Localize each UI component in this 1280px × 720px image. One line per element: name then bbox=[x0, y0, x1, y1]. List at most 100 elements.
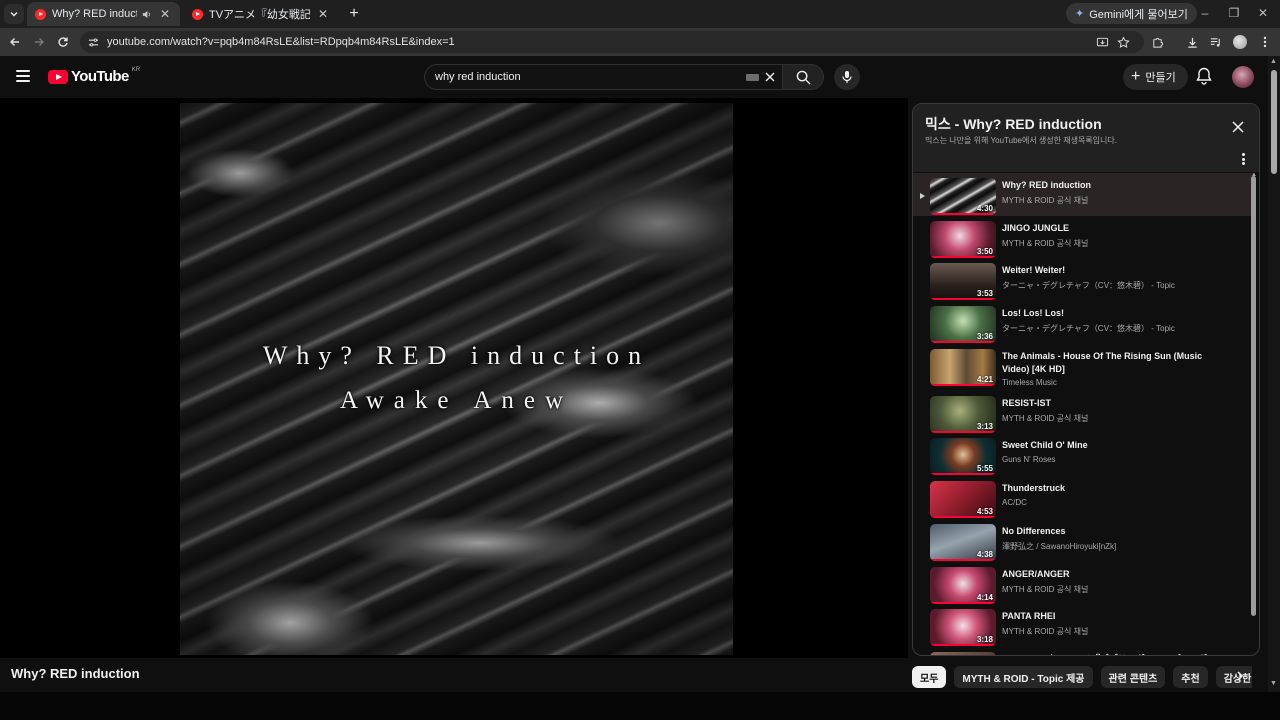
playlist-item[interactable]: 3:53 Weiter! Weiter! ターニャ・デグレチャフ（CV：悠木碧） -… bbox=[913, 258, 1253, 301]
video-thumbnail[interactable]: 3:53 bbox=[930, 263, 996, 301]
playlist-item-title[interactable]: PANTA RHEI bbox=[1002, 610, 1232, 623]
playlist-item-channel[interactable]: Timeless Music bbox=[1002, 378, 1057, 387]
video-thumbnail[interactable]: 4:53 bbox=[930, 481, 996, 519]
voice-search-button[interactable] bbox=[834, 64, 860, 90]
playlist-item-channel[interactable]: ターニャ・デグレチャフ（CV：悠木碧） - Topic bbox=[1002, 323, 1175, 334]
playlist-item-channel[interactable]: MYTH & ROID 공식 채널 bbox=[1002, 626, 1088, 637]
create-button[interactable]: + 만들기 bbox=[1123, 64, 1188, 90]
video-thumbnail[interactable]: 4:14 bbox=[930, 566, 996, 604]
playlist-item-channel[interactable]: MYTH & ROID 공식 채널 bbox=[1002, 584, 1088, 595]
close-icon[interactable]: ✕ bbox=[316, 7, 330, 21]
playlist-item[interactable]: 3:18 PANTA RHEI MYTH & ROID 공식 채널 bbox=[913, 604, 1253, 647]
video-thumbnail[interactable]: 3:13 bbox=[930, 395, 996, 433]
playlist-item-title[interactable]: Weiter! Weiter! bbox=[1002, 264, 1232, 277]
scroll-down-arrow[interactable]: ▼ bbox=[1270, 680, 1277, 687]
video-thumbnail[interactable]: 4:21 bbox=[930, 348, 996, 386]
speaker-icon[interactable] bbox=[141, 9, 152, 20]
playlist-item-channel[interactable]: MYTH & ROID 공식 채널 bbox=[1002, 238, 1088, 249]
playlist-item-title[interactable]: Rightfully（TVアニメ『ブブリング』エンディング - OP Ver.） bbox=[1002, 653, 1232, 655]
filter-chip[interactable]: MYTH & ROID - Topic 제공 bbox=[954, 666, 1093, 688]
video-thumbnail[interactable]: 5:55 bbox=[930, 438, 996, 476]
chips-next-button[interactable] bbox=[1234, 670, 1250, 686]
playlist-scrollbar[interactable] bbox=[1251, 176, 1256, 616]
scroll-up-arrow[interactable]: ▲ bbox=[1270, 58, 1277, 65]
reload-button[interactable] bbox=[54, 33, 72, 51]
downloads-button[interactable] bbox=[1183, 33, 1201, 51]
forward-button[interactable] bbox=[30, 33, 48, 51]
playlist-item-channel[interactable]: MYTH & ROID 공식 채널 bbox=[1002, 195, 1088, 206]
playlist-item[interactable]: 4:21 The Animals - House Of The Rising Su… bbox=[913, 344, 1253, 391]
back-button[interactable] bbox=[6, 33, 24, 51]
notifications-button[interactable] bbox=[1196, 67, 1214, 85]
extensions-button[interactable] bbox=[1148, 33, 1166, 51]
gemini-button[interactable]: ✦ Gemini에게 물어보기 bbox=[1066, 3, 1197, 24]
playlist-item-title[interactable]: Los! Los! Los! bbox=[1002, 307, 1232, 320]
video-thumbnail[interactable]: 3:36 bbox=[930, 306, 996, 344]
video-thumbnail[interactable]: 3:18 bbox=[930, 609, 996, 647]
filter-chips: 모두MYTH & ROID - Topic 제공관련 콘텐츠추천감상한 동영상 bbox=[912, 666, 1252, 688]
page-scrollbar[interactable]: ▲ ▼ bbox=[1268, 56, 1280, 692]
playlist-item[interactable]: Rightfully（TVアニメ『ブブリング』エンディング - OP Ver.） bbox=[913, 647, 1253, 655]
playlist-item[interactable]: 4:14 ANGER/ANGER MYTH & ROID 공식 채널 bbox=[913, 562, 1253, 605]
playlist-item-channel[interactable]: 澤野弘之 / SawanoHiroyuki[nZk] bbox=[1002, 541, 1116, 552]
clear-search-button[interactable] bbox=[763, 70, 777, 84]
filter-chip[interactable]: 관련 콘텐츠 bbox=[1100, 666, 1166, 688]
site-settings-icon[interactable] bbox=[88, 37, 99, 48]
thumbnail-progress-bar bbox=[930, 341, 996, 344]
arrow-left-icon bbox=[10, 38, 19, 46]
playlist-item-title[interactable]: Thunderstruck bbox=[1002, 482, 1232, 495]
thumbnail-progress-bar bbox=[930, 298, 996, 301]
download-icon bbox=[1187, 37, 1197, 48]
playlist-item[interactable]: 3:50 JINGO JUNGLE MYTH & ROID 공식 채널 bbox=[913, 216, 1253, 259]
restore-button[interactable]: ❐ bbox=[1225, 6, 1243, 20]
playlist-item-channel[interactable]: AC/DC bbox=[1002, 498, 1027, 507]
video-thumbnail[interactable] bbox=[930, 651, 996, 655]
close-playlist-button[interactable] bbox=[1231, 120, 1247, 136]
video-thumbnail[interactable]: 3:50 bbox=[930, 220, 996, 258]
playlist-title[interactable]: 믹스 - Why? RED induction bbox=[925, 114, 1102, 134]
close-icon[interactable]: ✕ bbox=[158, 7, 172, 21]
filter-chip[interactable]: 모두 bbox=[912, 666, 947, 688]
profile-button[interactable] bbox=[1231, 33, 1249, 51]
video-frame[interactable]: Why? RED induction Awake Anew bbox=[180, 103, 733, 655]
playlist-more-button[interactable] bbox=[1241, 153, 1245, 165]
search-button[interactable] bbox=[782, 64, 824, 90]
playlist-item[interactable]: 3:36 Los! Los! Los! ターニャ・デグレチャフ（CV：悠木碧） - … bbox=[913, 301, 1253, 344]
new-tab-button[interactable]: + bbox=[345, 5, 363, 23]
playlist-item-title[interactable]: ANGER/ANGER bbox=[1002, 568, 1232, 581]
address-bar[interactable]: youtube.com/watch?v=pqb4m84RsLE&list=RDp… bbox=[80, 31, 1144, 53]
video-player[interactable]: Why? RED induction Awake Anew bbox=[0, 98, 908, 658]
page-scroll-thumb[interactable] bbox=[1271, 70, 1277, 174]
playlist-item[interactable]: 3:13 RESIST-IST MYTH & ROID 공식 채널 bbox=[913, 391, 1253, 434]
playlist-item-title[interactable]: The Animals - House Of The Rising Sun (M… bbox=[1002, 350, 1232, 376]
playlist-item-channel[interactable]: MYTH & ROID 공식 채널 bbox=[1002, 413, 1088, 424]
playlist-item-title[interactable]: No Differences bbox=[1002, 525, 1232, 538]
playlist-item[interactable]: 4:38 No Differences 澤野弘之 / SawanoHiroyuki[… bbox=[913, 519, 1253, 562]
video-thumbnail[interactable]: 4:38 bbox=[930, 523, 996, 561]
youtube-logo[interactable]: YouTube KR bbox=[48, 67, 140, 85]
playlist-item[interactable]: 5:55 Sweet Child O' Mine Guns N' Roses bbox=[913, 433, 1253, 476]
bookmark-button[interactable] bbox=[1114, 33, 1132, 51]
playlist-item-title[interactable]: JINGO JUNGLE bbox=[1002, 222, 1232, 235]
playlist-item-channel[interactable]: ターニャ・デグレチャフ（CV：悠木碧） - Topic bbox=[1002, 280, 1175, 291]
tab-youtube-current[interactable]: Why? RED induction - YouTube ✕ bbox=[27, 2, 180, 26]
playlist-item-channel[interactable]: Guns N' Roses bbox=[1002, 455, 1056, 464]
playlist-item-title[interactable]: Why? RED induction bbox=[1002, 179, 1232, 192]
chrome-menu-button[interactable] bbox=[1256, 33, 1274, 51]
install-app-button[interactable] bbox=[1093, 33, 1111, 51]
tab-search-button[interactable] bbox=[4, 4, 24, 24]
search-input[interactable]: why red induction bbox=[424, 64, 783, 90]
playlist-item-title[interactable]: Sweet Child O' Mine bbox=[1002, 439, 1232, 452]
keyboard-icon[interactable] bbox=[746, 74, 759, 81]
guide-menu-button[interactable] bbox=[16, 70, 30, 82]
window-close-button[interactable]: ✕ bbox=[1254, 6, 1272, 20]
tab-anime[interactable]: TVアニメ『幼女戦記』ノンクレジット ✕ bbox=[184, 2, 338, 26]
playlist-item[interactable]: 4:30 Why? RED induction MYTH & ROID 공식 채널 bbox=[913, 173, 1253, 216]
account-avatar[interactable] bbox=[1232, 66, 1254, 88]
minimize-button[interactable]: – bbox=[1196, 6, 1214, 20]
playlist-item-title[interactable]: RESIST-IST bbox=[1002, 397, 1232, 410]
playlist-item[interactable]: 4:53 Thunderstruck AC/DC bbox=[913, 476, 1253, 519]
media-control-button[interactable] bbox=[1206, 33, 1224, 51]
filter-chip[interactable]: 추천 bbox=[1173, 666, 1208, 688]
video-thumbnail[interactable]: 4:30 bbox=[930, 178, 996, 215]
